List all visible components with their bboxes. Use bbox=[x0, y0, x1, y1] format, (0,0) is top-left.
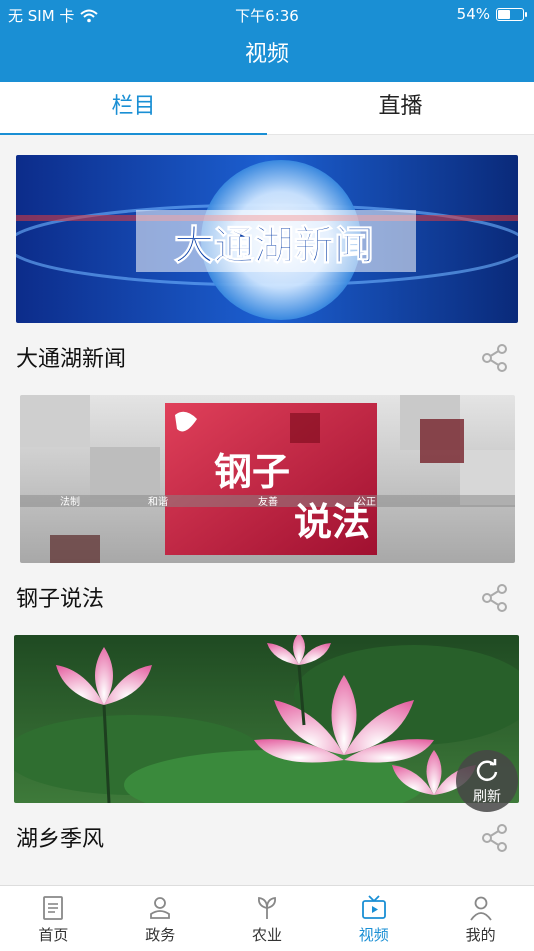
banner-tag: 法制 bbox=[60, 495, 80, 508]
agriculture-icon bbox=[257, 896, 276, 919]
tabbar-video[interactable]: 视频 bbox=[320, 886, 427, 951]
video-feed[interactable]: 大通湖新闻 大通湖新闻 钢子 说法 法制 和谐 友善 公正 钢子说法 湖乡季风 bbox=[0, 135, 534, 885]
home-icon bbox=[43, 896, 64, 920]
tabbar-label: 我的 bbox=[465, 926, 496, 944]
tab-live[interactable]: 直播 bbox=[267, 82, 534, 134]
banner-datonghu-news[interactable]: 大通湖新闻 bbox=[16, 155, 518, 323]
share-icon[interactable] bbox=[480, 823, 510, 853]
government-icon bbox=[150, 897, 171, 919]
profile-icon bbox=[469, 896, 492, 921]
banner-huxiang-wind[interactable] bbox=[14, 635, 519, 803]
banner-title-text: 大通湖新闻 bbox=[174, 223, 374, 269]
video-card-datonghu-news[interactable]: 大通湖新闻 大通湖新闻 bbox=[0, 155, 534, 380]
status-time: 下午6:36 bbox=[235, 7, 299, 25]
tv-icon bbox=[361, 895, 386, 919]
banner-title-line1: 钢子 bbox=[214, 450, 290, 494]
video-title: 大通湖新闻 bbox=[16, 347, 127, 372]
banner-tag: 公正 bbox=[356, 497, 376, 508]
banner-tag: 和谐 bbox=[148, 496, 168, 508]
video-card-gangzi-law[interactable]: 钢子 说法 法制 和谐 友善 公正 钢子说法 bbox=[0, 395, 534, 620]
video-title: 湖乡季风 bbox=[16, 827, 105, 852]
status-bar: 无 SIM 卡 下午6:36 54% bbox=[0, 0, 534, 28]
banner-tag: 友善 bbox=[258, 495, 278, 508]
bottom-tab-bar: 首页 政务 农业 视频 我的 bbox=[0, 885, 534, 951]
share-icon[interactable] bbox=[480, 583, 510, 613]
segment-tabs: 栏目 直播 bbox=[0, 82, 534, 135]
tabbar-home[interactable]: 首页 bbox=[0, 886, 107, 951]
refresh-label: 刷新 bbox=[473, 789, 501, 805]
video-title: 钢子说法 bbox=[16, 587, 105, 612]
tabbar-government[interactable]: 政务 bbox=[107, 886, 214, 951]
refresh-icon bbox=[476, 759, 498, 781]
tabbar-label: 视频 bbox=[358, 926, 389, 944]
tabbar-profile[interactable]: 我的 bbox=[427, 886, 534, 951]
banner-gangzi-law[interactable]: 钢子 说法 法制 和谐 友善 公正 bbox=[20, 395, 515, 563]
video-card-huxiang-wind[interactable]: 湖乡季风 bbox=[0, 635, 534, 860]
battery-icon bbox=[496, 7, 527, 21]
tabbar-agriculture[interactable]: 农业 bbox=[214, 886, 321, 951]
battery-percent: 54% bbox=[456, 5, 490, 23]
tabbar-label: 政务 bbox=[145, 926, 176, 944]
tab-columns[interactable]: 栏目 bbox=[0, 82, 267, 135]
page-title: 视频 bbox=[244, 42, 289, 67]
tabbar-label: 农业 bbox=[251, 926, 282, 944]
tabbar-label: 首页 bbox=[38, 926, 69, 944]
share-icon[interactable] bbox=[480, 343, 510, 373]
refresh-button[interactable]: 刷新 bbox=[456, 750, 518, 812]
nav-bar: 视频 bbox=[0, 28, 534, 82]
